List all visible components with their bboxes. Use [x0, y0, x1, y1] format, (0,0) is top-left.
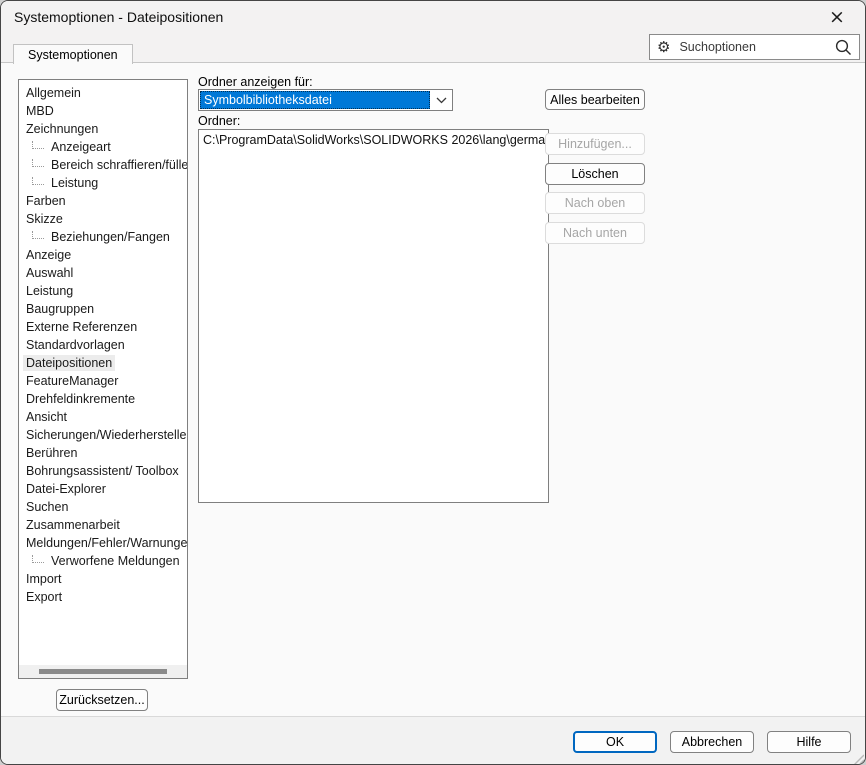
folder-path-item[interactable]: C:\ProgramData\SolidWorks\SOLIDWORKS 202… — [199, 132, 548, 148]
tree-item-label: Anzeigeart — [48, 139, 114, 155]
tree-item[interactable]: Anzeigeart — [19, 138, 187, 156]
tree-item[interactable]: Beziehungen/Fangen — [19, 228, 187, 246]
tree-item-label: Zusammenarbeit — [23, 517, 123, 533]
tree-item[interactable]: Zusammenarbeit — [19, 516, 187, 534]
tree-item-label: Meldungen/Fehler/Warnungen — [23, 535, 187, 551]
tree-item[interactable]: Allgemein — [19, 84, 187, 102]
chevron-down-icon[interactable] — [431, 90, 452, 110]
tree-item-label: Bohrungsassistent/ Toolbox — [23, 463, 182, 479]
cancel-button[interactable]: Abbrechen — [670, 731, 754, 753]
tree-item-label: Farben — [23, 193, 69, 209]
tree-item[interactable]: Anzeige — [19, 246, 187, 264]
tree-item[interactable]: Externe Referenzen — [19, 318, 187, 336]
tree-branch-icon — [32, 231, 44, 239]
folder-type-dropdown[interactable]: Symbolbibliotheksdatei — [198, 89, 453, 111]
tree-item[interactable]: Ansicht — [19, 408, 187, 426]
tree-item-label: Zeichnungen — [23, 121, 101, 137]
system-options-dialog: Systemoptionen - Dateipositionen × Syste… — [0, 0, 866, 765]
tab-label: Systemoptionen — [28, 48, 118, 62]
tree-item-label: Anzeige — [23, 247, 74, 263]
search-box[interactable]: ⚙ — [649, 34, 860, 60]
tree-branch-icon — [32, 555, 44, 563]
options-tree: Allgemein MBD Zeichnungen Anzeigeart Bereich… — [18, 79, 188, 679]
tree-item-label: Allgemein — [23, 85, 84, 101]
show-folders-label: Ordner anzeigen für: — [198, 75, 313, 89]
tree-item[interactable]: Dateipositionen — [19, 354, 187, 372]
help-button[interactable]: Hilfe — [767, 731, 851, 753]
tree-item[interactable]: Meldungen/Fehler/Warnungen — [19, 534, 187, 552]
add-folder-button[interactable]: Hinzufügen... — [545, 133, 645, 155]
footer-bar: OK Abbrechen Hilfe — [1, 716, 865, 765]
tab-systemoptionen[interactable]: Systemoptionen — [13, 44, 133, 64]
tree-item[interactable]: Auswahl — [19, 264, 187, 282]
tree-item-label: Import — [23, 571, 64, 587]
tree-item[interactable]: Import — [19, 570, 187, 588]
tree-item-label: Sicherungen/Wiederherstellen — [23, 427, 187, 443]
folder-type-selected-value: Symbolbibliotheksdatei — [200, 91, 430, 109]
footer-buttons: OK Abbrechen Hilfe — [573, 731, 851, 753]
tree-item[interactable]: Zeichnungen — [19, 120, 187, 138]
tree-item-label: Standardvorlagen — [23, 337, 128, 353]
tree-item[interactable]: Leistung — [19, 282, 187, 300]
tree-item[interactable]: Datei-Explorer — [19, 480, 187, 498]
tree-item-label: Externe Referenzen — [23, 319, 140, 335]
tree-item-label: Dateipositionen — [23, 355, 115, 371]
tree-item[interactable]: Export — [19, 588, 187, 606]
tree-item[interactable]: Bereich schraffieren/füllen — [19, 156, 187, 174]
tree-branch-icon — [32, 177, 44, 185]
tree-item-label: Export — [23, 589, 65, 605]
scrollbar-thumb[interactable] — [39, 669, 167, 674]
tree-item-label: Ansicht — [23, 409, 70, 425]
tree-item-label: Berühren — [23, 445, 80, 461]
move-up-button[interactable]: Nach oben — [545, 192, 645, 214]
resize-grip[interactable] — [850, 751, 864, 765]
tree-item[interactable]: Skizze — [19, 210, 187, 228]
tree-item-label: FeatureManager — [23, 373, 121, 389]
tree-item[interactable]: MBD — [19, 102, 187, 120]
tree-item-label: MBD — [23, 103, 57, 119]
tree-item-label: Baugruppen — [23, 301, 97, 317]
tree-item-label: Suchen — [23, 499, 71, 515]
tree-item-label: Auswahl — [23, 265, 76, 281]
reset-button[interactable]: Zurücksetzen... — [56, 689, 148, 711]
dialog-title: Systemoptionen - Dateipositionen — [14, 1, 223, 33]
close-icon[interactable]: × — [817, 1, 857, 32]
folders-listbox[interactable]: C:\ProgramData\SolidWorks\SOLIDWORKS 202… — [198, 129, 549, 503]
tree-item[interactable]: Drehfeldinkremente — [19, 390, 187, 408]
tree-item-label: Drehfeldinkremente — [23, 391, 138, 407]
tree-item-label: Verworfene Meldungen — [48, 553, 183, 569]
tree-item-label: Skizze — [23, 211, 66, 227]
tree-item-label: Leistung — [48, 175, 101, 191]
edit-all-button[interactable]: Alles bearbeiten — [545, 89, 645, 110]
tree-item-label: Datei-Explorer — [23, 481, 109, 497]
ok-button[interactable]: OK — [573, 731, 657, 753]
tree-item[interactable]: Sicherungen/Wiederherstellen — [19, 426, 187, 444]
tree-item[interactable]: Leistung — [19, 174, 187, 192]
tree-item[interactable]: Verworfene Meldungen — [19, 552, 187, 570]
search-input[interactable] — [677, 39, 831, 55]
titlebar: Systemoptionen - Dateipositionen × — [1, 1, 865, 33]
tab-strip: Systemoptionen ⚙ — [1, 33, 865, 63]
tree-item[interactable]: Farben — [19, 192, 187, 210]
tree-item-label: Leistung — [23, 283, 76, 299]
tree-item[interactable]: FeatureManager — [19, 372, 187, 390]
tree-item[interactable]: Suchen — [19, 498, 187, 516]
search-icon — [835, 39, 852, 56]
tree-item[interactable]: Standardvorlagen — [19, 336, 187, 354]
move-down-button[interactable]: Nach unten — [545, 222, 645, 244]
tree-item-label: Bereich schraffieren/füllen — [48, 157, 187, 173]
folders-label: Ordner: — [198, 114, 240, 128]
tree-item[interactable]: Baugruppen — [19, 300, 187, 318]
gear-icon: ⚙ — [657, 40, 670, 55]
delete-folder-button[interactable]: Löschen — [545, 163, 645, 185]
tree-branch-icon — [32, 159, 44, 167]
tree-item-label: Beziehungen/Fangen — [48, 229, 173, 245]
folder-action-buttons: Hinzufügen... Löschen Nach oben Nach unten — [545, 133, 645, 244]
tree-horizontal-scrollbar[interactable] — [19, 665, 187, 678]
tree-item[interactable]: Berühren — [19, 444, 187, 462]
tree-item[interactable]: Bohrungsassistent/ Toolbox — [19, 462, 187, 480]
tree-branch-icon — [32, 141, 44, 149]
